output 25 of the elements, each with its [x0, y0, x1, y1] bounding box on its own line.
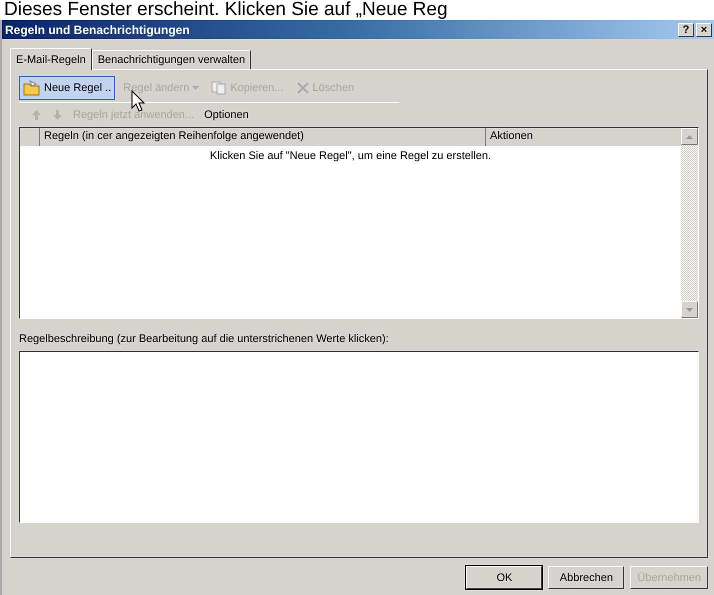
down-arrow-icon: [53, 110, 62, 120]
tab[interactable]: Benachrichtigungen verwalten: [92, 50, 252, 69]
dialog-button[interactable]: Abbrechen: [548, 566, 624, 589]
help-button[interactable]: ?: [678, 22, 694, 36]
x-icon: [296, 81, 310, 95]
empty-message: Klicken Sie auf "Neue Regel", um eine Regel zu erstellen.: [210, 150, 492, 162]
column-header[interactable]: Aktionen: [486, 128, 681, 146]
close-button[interactable]: ×: [696, 22, 712, 36]
dialog-button[interactable]: OK: [466, 566, 542, 589]
down-arrow-icon: [686, 308, 693, 312]
copy-icon: [211, 81, 228, 95]
caption-text: Dieses Fenster erscheint. Klicken Sie auf „Neue Reg: [3, 0, 449, 20]
window-title: Regeln und Benachrichtigungen: [5, 22, 190, 36]
up-arrow-icon: [686, 134, 693, 138]
description-label: Regelbeschreibung (zur Bearbeitung auf die unterstrichenen Werte klicken):: [19, 333, 390, 345]
scroll-down-button[interactable]: [681, 301, 698, 318]
up-arrow-icon: [32, 110, 41, 120]
toolbar-link[interactable]: Optionen: [202, 109, 251, 121]
scroll-up-button[interactable]: [681, 128, 698, 145]
caret-icon: [192, 86, 200, 90]
column-header[interactable]: Regeln (in cer angezeigten Reihenfolge angewendet): [40, 128, 486, 146]
toolbar-button[interactable]: Neue Regel ..: [19, 76, 116, 100]
folder-icon: [23, 80, 41, 96]
scrollbar[interactable]: [681, 128, 698, 318]
tab[interactable]: E-Mail-Regeln: [10, 48, 92, 70]
